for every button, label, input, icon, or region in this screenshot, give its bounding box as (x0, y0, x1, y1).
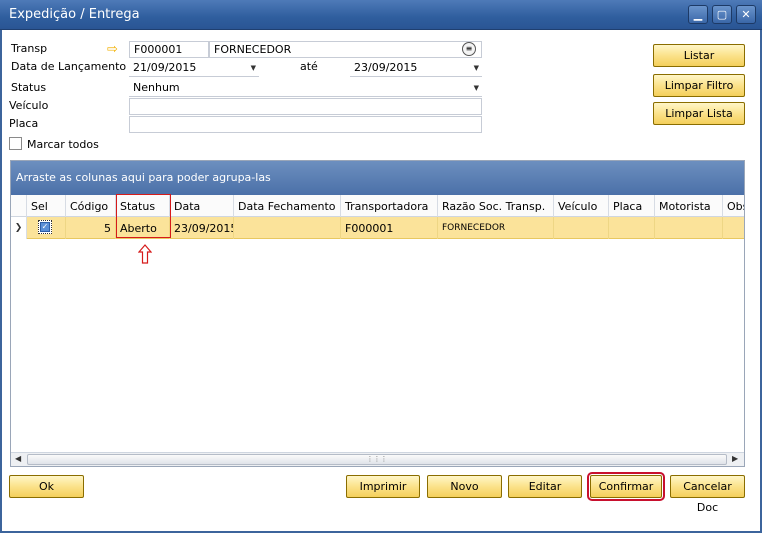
window-titlebar: Expedição / Entrega ▁ ▢ ✕ (0, 0, 762, 30)
minimize-button[interactable]: ▁ (688, 5, 708, 24)
transp-label: Transp (11, 42, 48, 55)
column-header-data-fechamento[interactable]: Data Fechamento (234, 195, 341, 217)
column-header-veiculo[interactable]: Veículo (554, 195, 609, 217)
close-button[interactable]: ✕ (736, 5, 756, 24)
date-to-value: 23/09/2015 (354, 61, 418, 74)
scroll-right-icon[interactable]: ▶ (732, 454, 738, 463)
marcar-todos-label: Marcar todos (27, 138, 99, 151)
cell-veiculo (554, 217, 609, 239)
cell-sel[interactable]: ✓ (27, 217, 66, 239)
editar-button[interactable]: Editar (508, 475, 582, 498)
status-label: Status (11, 81, 47, 94)
group-by-panel[interactable]: Arraste as colunas aqui para poder agrup… (11, 161, 744, 195)
column-header-motorista[interactable]: Motorista (655, 195, 723, 217)
cell-placa (609, 217, 655, 239)
cancelar-doc-button[interactable]: Cancelar Doc (670, 475, 745, 514)
column-header-sel[interactable]: Sel (27, 195, 66, 217)
date-to-field[interactable]: 23/09/2015 ▼ (350, 60, 482, 77)
veiculo-field[interactable] (129, 98, 482, 115)
column-header-obs[interactable]: Obs (723, 195, 744, 217)
cell-codigo: 5 (66, 217, 116, 239)
horizontal-scrollbar[interactable]: ◀ ⋮⋮⋮ ▶ (11, 452, 744, 466)
window-title: Expedição / Entrega (9, 7, 140, 22)
chevron-down-icon[interactable]: ▼ (474, 83, 479, 94)
date-label: Data de Lançamento (11, 60, 127, 73)
link-arrow-icon[interactable]: ⇨ (107, 42, 118, 57)
chevron-down-icon[interactable]: ▼ (251, 63, 256, 74)
veiculo-label: Veículo (9, 99, 49, 112)
up-arrow-icon (138, 244, 152, 264)
choose-from-list-icon[interactable]: ≡ (462, 42, 476, 56)
status-highlight-box (116, 194, 171, 238)
limpar-lista-button[interactable]: Limpar Lista (653, 102, 745, 125)
cell-obs (723, 217, 744, 239)
cell-data-fechamento (234, 217, 341, 239)
maximize-button[interactable]: ▢ (712, 5, 732, 24)
column-header-placa[interactable]: Placa (609, 195, 655, 217)
chevron-down-icon[interactable]: ▼ (474, 63, 479, 74)
ok-button[interactable]: Ok (9, 475, 84, 498)
cell-razao: FORNECEDOR (438, 217, 554, 239)
placa-label: Placa (9, 117, 39, 130)
header-indicator (11, 195, 27, 217)
date-from-value: 21/09/2015 (133, 61, 197, 74)
cell-motorista (655, 217, 723, 239)
ate-label: até (300, 60, 318, 73)
scroll-left-icon[interactable]: ◀ (15, 454, 21, 463)
transp-name-field[interactable]: FORNECEDOR (209, 41, 482, 58)
date-from-field[interactable]: 21/09/2015 ▼ (129, 60, 259, 77)
status-select-value: Nenhum (133, 81, 180, 94)
row-indicator-icon: ❯ (11, 217, 27, 239)
checkmark-icon: ✓ (40, 222, 50, 232)
listar-button[interactable]: Listar (653, 44, 745, 67)
cell-data: 23/09/2015 (170, 217, 234, 239)
placa-field[interactable] (129, 116, 482, 133)
column-header-data[interactable]: Data (170, 195, 234, 217)
row-select-checkbox[interactable]: ✓ (38, 220, 52, 234)
novo-button[interactable]: Novo (427, 475, 502, 498)
status-select[interactable]: Nenhum ▼ (129, 80, 482, 97)
marcar-todos-checkbox[interactable] (9, 137, 22, 150)
limpar-filtro-button[interactable]: Limpar Filtro (653, 74, 745, 97)
column-header-codigo[interactable]: Código (66, 195, 116, 217)
transp-code-field[interactable]: F000001 (129, 41, 209, 58)
cell-transportadora: F000001 (341, 217, 438, 239)
column-header-razao[interactable]: Razão Soc. Transp. (438, 195, 554, 217)
column-header-transportadora[interactable]: Transportadora (341, 195, 438, 217)
imprimir-button[interactable]: Imprimir (346, 475, 420, 498)
scrollbar-thumb[interactable]: ⋮⋮⋮ (27, 454, 727, 465)
confirmar-button[interactable]: Confirmar (587, 472, 665, 501)
